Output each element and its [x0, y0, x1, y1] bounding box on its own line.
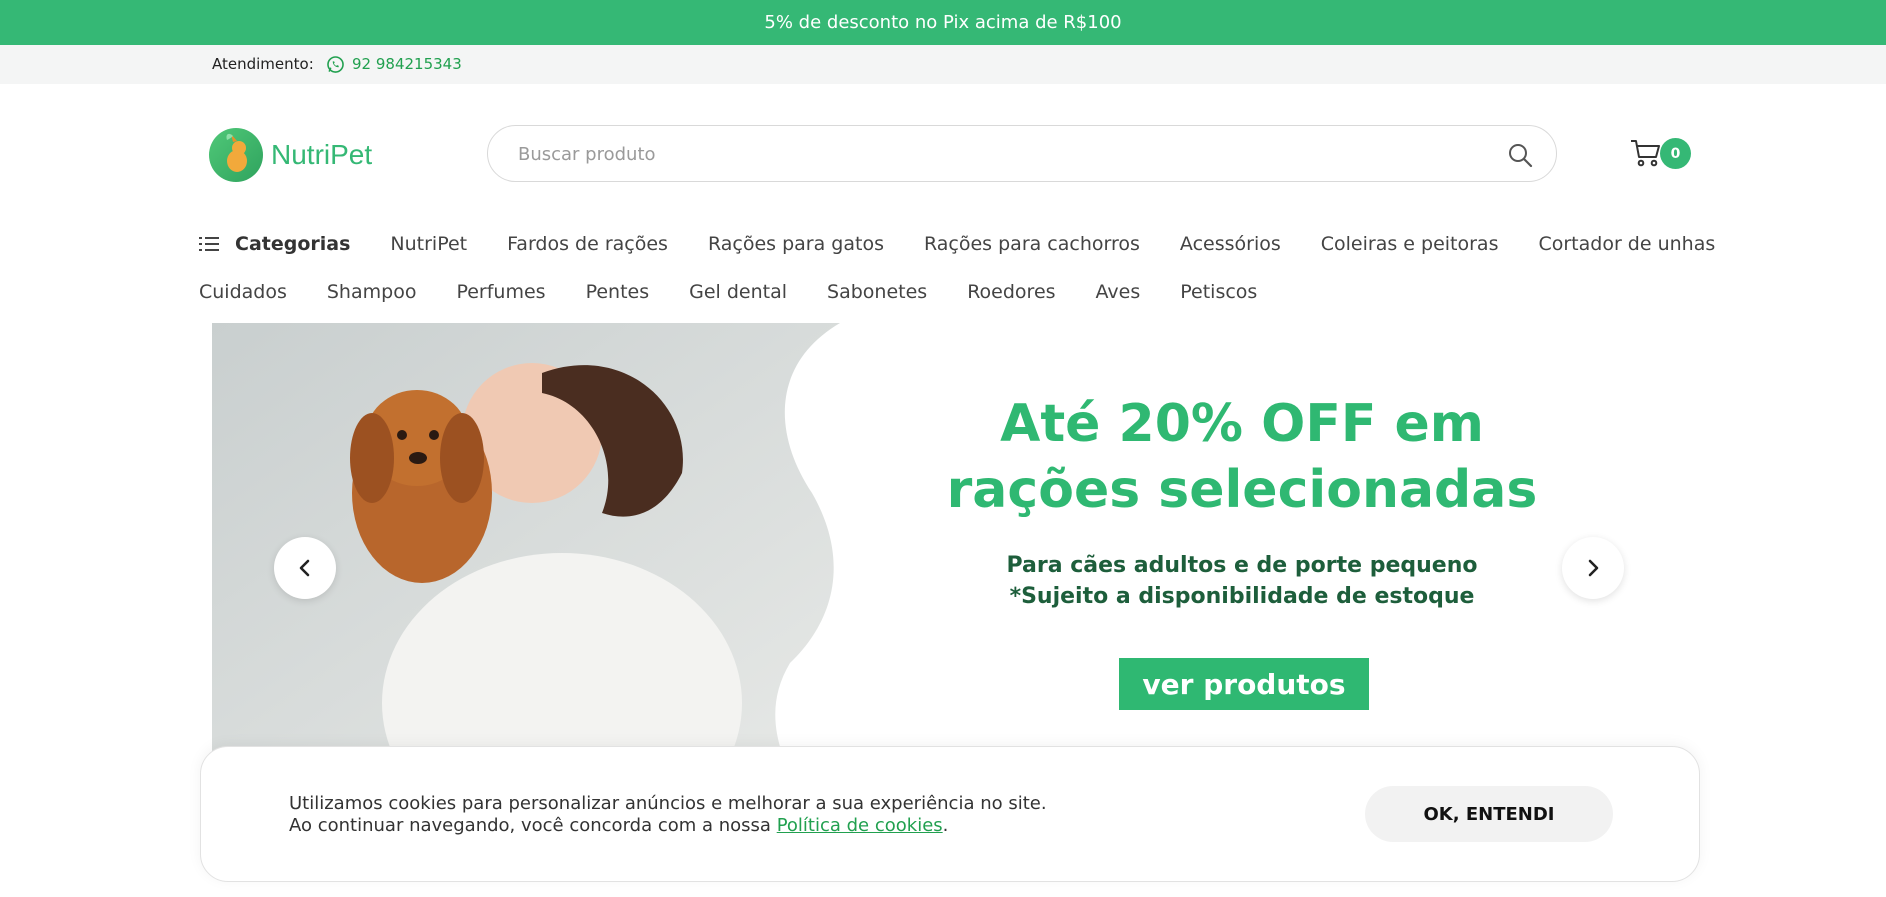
nav-item-coleiras-e-peitoras[interactable]: Coleiras e peitoras [1321, 233, 1499, 255]
nav-item-perfumes[interactable]: Perfumes [456, 281, 545, 303]
banner-photo [212, 323, 840, 753]
nav-item-pentes[interactable]: Pentes [586, 281, 650, 303]
logo-text: NutriPet [271, 139, 373, 170]
nav-item-petiscos[interactable]: Petiscos [1180, 281, 1257, 303]
contact-label: Atendimento: [212, 55, 314, 73]
carousel-prev-button[interactable] [274, 537, 336, 599]
cart-count-badge: 0 [1660, 138, 1691, 169]
nav-item-roedores[interactable]: Roedores [967, 281, 1055, 303]
banner-subtext: Para cães adultos e de porte pequeno *Su… [912, 550, 1572, 612]
hero-banner[interactable]: Até 20% OFF em rações selecionadas Para … [212, 323, 1672, 753]
categories-menu[interactable]: Categorias [199, 233, 350, 255]
nav-item-racoes-para-gatos[interactable]: Rações para gatos [708, 233, 884, 255]
search-icon[interactable] [1506, 141, 1534, 169]
search-bar [487, 125, 1557, 182]
logo-mark [209, 128, 263, 182]
nav-item-cuidados[interactable]: Cuidados [199, 281, 287, 303]
banner-subtext-line-1: Para cães adultos e de porte pequeno [1006, 553, 1478, 578]
nav-item-racoes-para-cachorros[interactable]: Rações para cachorros [924, 233, 1140, 255]
banner-cta-button[interactable]: ver produtos [1119, 658, 1369, 710]
cookie-message-suffix: . [942, 815, 949, 836]
cart-icon [1631, 140, 1660, 167]
nav-row-1: Categorias NutriPet Fardos de rações Raç… [199, 229, 1755, 259]
menu-list-icon [199, 237, 219, 251]
banner-headline: Até 20% OFF em rações selecionadas [912, 391, 1572, 523]
categories-label: Categorias [235, 233, 351, 255]
nav-item-cortador-de-unhas[interactable]: Cortador de unhas [1538, 233, 1715, 255]
cookie-banner: Utilizamos cookies para personalizar anú… [200, 746, 1700, 882]
logo[interactable]: NutriPet [209, 127, 379, 183]
chevron-right-icon [1588, 559, 1599, 577]
banner-headline-line-2: rações selecionadas [946, 460, 1538, 520]
dog-logo-icon [226, 133, 247, 172]
promo-text: 5% de desconto no Pix acima de R$100 [764, 12, 1122, 33]
carousel-next-button[interactable] [1562, 537, 1624, 599]
contact-bar: Atendimento: 92 984215343 [0, 45, 1886, 84]
nav-item-nutripet[interactable]: NutriPet [390, 233, 467, 255]
nav-item-gel-dental[interactable]: Gel dental [689, 281, 787, 303]
banner-headline-line-1: Até 20% OFF em [1000, 394, 1484, 454]
whatsapp-icon[interactable] [326, 55, 345, 74]
chevron-left-icon [299, 559, 310, 577]
nav-item-aves[interactable]: Aves [1096, 281, 1141, 303]
cookie-message-line-1: Utilizamos cookies para personalizar anú… [289, 793, 1047, 814]
cookie-policy-link[interactable]: Política de cookies [777, 815, 943, 836]
cookie-accept-button[interactable]: OK, ENTENDI [1365, 786, 1613, 842]
promo-bar: 5% de desconto no Pix acima de R$100 [0, 0, 1886, 45]
cookie-message-line-2: Ao continuar navegando, você concorda co… [289, 815, 1047, 837]
cookie-message-prefix: Ao continuar navegando, você concorda co… [289, 815, 777, 836]
cookie-message: Utilizamos cookies para personalizar anú… [289, 793, 1047, 837]
contact-phone[interactable]: 92 984215343 [352, 55, 462, 73]
nav-item-shampoo[interactable]: Shampoo [327, 281, 417, 303]
cart-button[interactable]: 0 [1630, 136, 1692, 172]
nav-item-fardos-de-racoes[interactable]: Fardos de rações [507, 233, 668, 255]
search-input[interactable] [518, 140, 1468, 168]
banner-subtext-line-2: *Sujeito a disponibilidade de estoque [1009, 584, 1475, 609]
nav-item-sabonetes[interactable]: Sabonetes [827, 281, 927, 303]
nav-row-2: Cuidados Shampoo Perfumes Pentes Gel den… [199, 277, 1297, 307]
nav-item-acessorios[interactable]: Acessórios [1180, 233, 1281, 255]
